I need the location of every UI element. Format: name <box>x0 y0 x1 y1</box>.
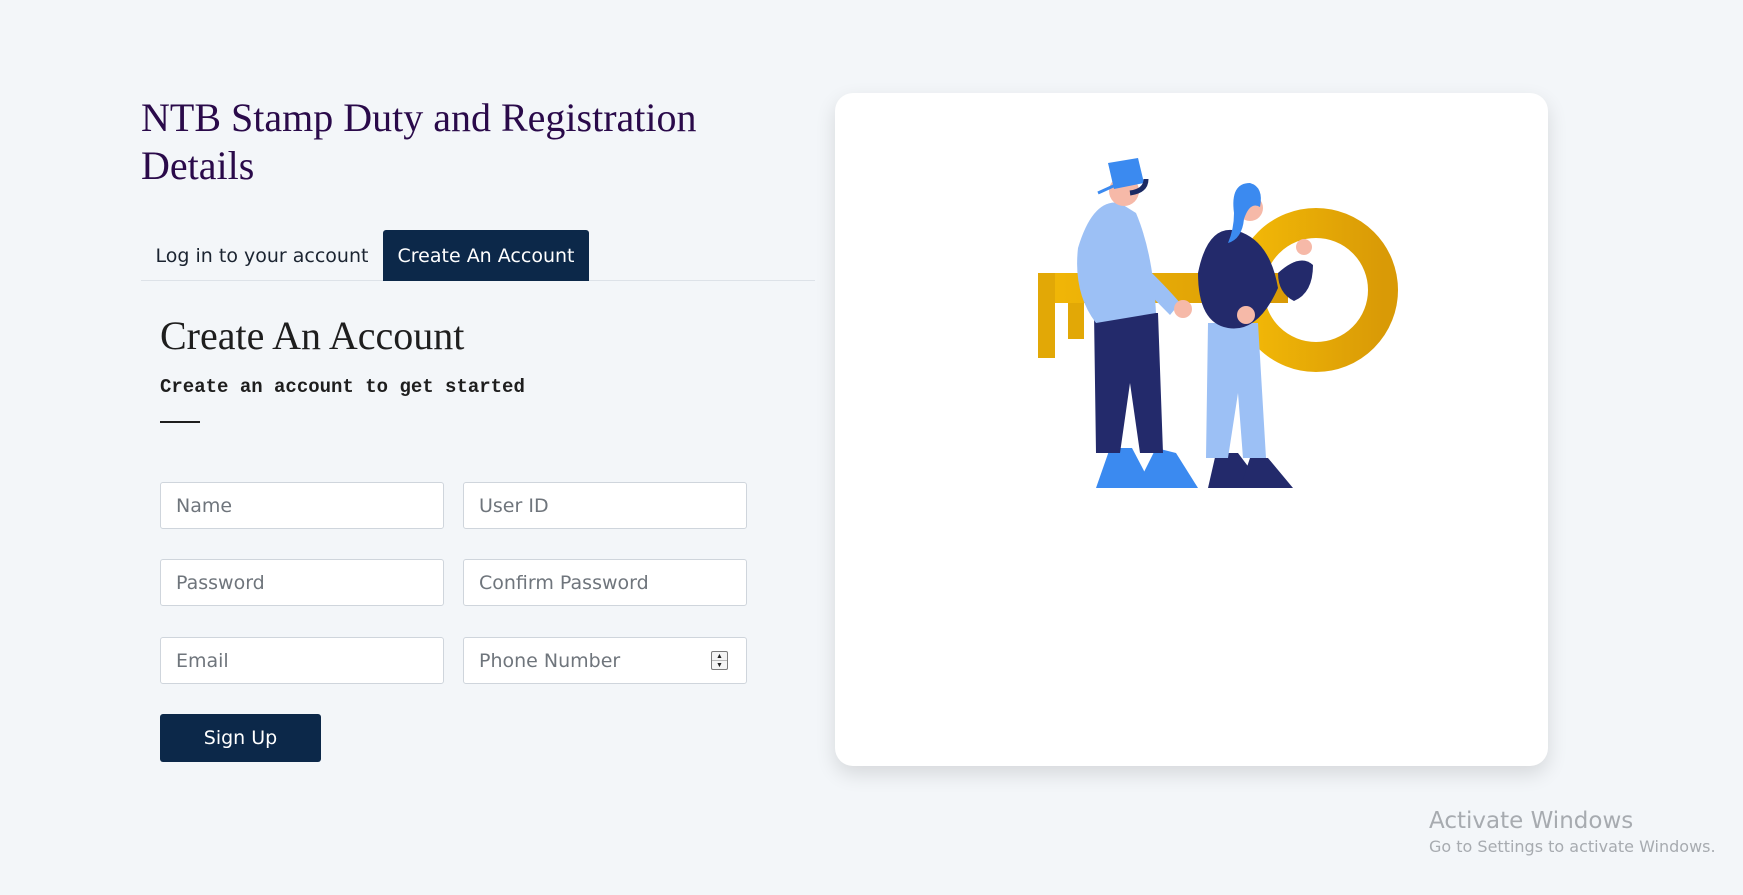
password-input[interactable] <box>160 559 444 606</box>
auth-tabs: Log in to your account Create An Account <box>141 230 815 281</box>
stepper-down-icon[interactable]: ▼ <box>712 660 727 669</box>
phone-number-input[interactable] <box>463 637 747 684</box>
user-id-input[interactable] <box>463 482 747 529</box>
key-tooth <box>1038 273 1055 358</box>
watermark-subtitle: Go to Settings to activate Windows. <box>1429 837 1716 856</box>
email-input[interactable] <box>160 637 444 684</box>
people-carrying-key-illustration <box>1038 158 1398 488</box>
form-heading: Create An Account <box>160 313 465 358</box>
sign-up-button[interactable]: Sign Up <box>160 714 321 762</box>
phone-number-stepper[interactable]: ▲ ▼ <box>711 651 728 670</box>
key-tooth <box>1068 303 1084 339</box>
watermark-title: Activate Windows <box>1429 808 1634 834</box>
heading-divider <box>160 421 200 423</box>
illustration-card <box>835 93 1548 766</box>
confirm-password-input[interactable] <box>463 559 747 606</box>
stepper-up-icon[interactable]: ▲ <box>712 652 727 660</box>
tab-create-account[interactable]: Create An Account <box>383 230 589 281</box>
name-input[interactable] <box>160 482 444 529</box>
page-title: NTB Stamp Duty and Registration Details <box>141 95 697 188</box>
tab-login[interactable]: Log in to your account <box>141 230 383 281</box>
form-subheading: Create an account to get started <box>160 376 525 398</box>
activate-windows-watermark: Activate Windows Go to Settings to activ… <box>1429 806 1716 858</box>
page: NTB Stamp Duty and Registration Details … <box>0 0 1743 895</box>
man-figure <box>1077 158 1198 488</box>
